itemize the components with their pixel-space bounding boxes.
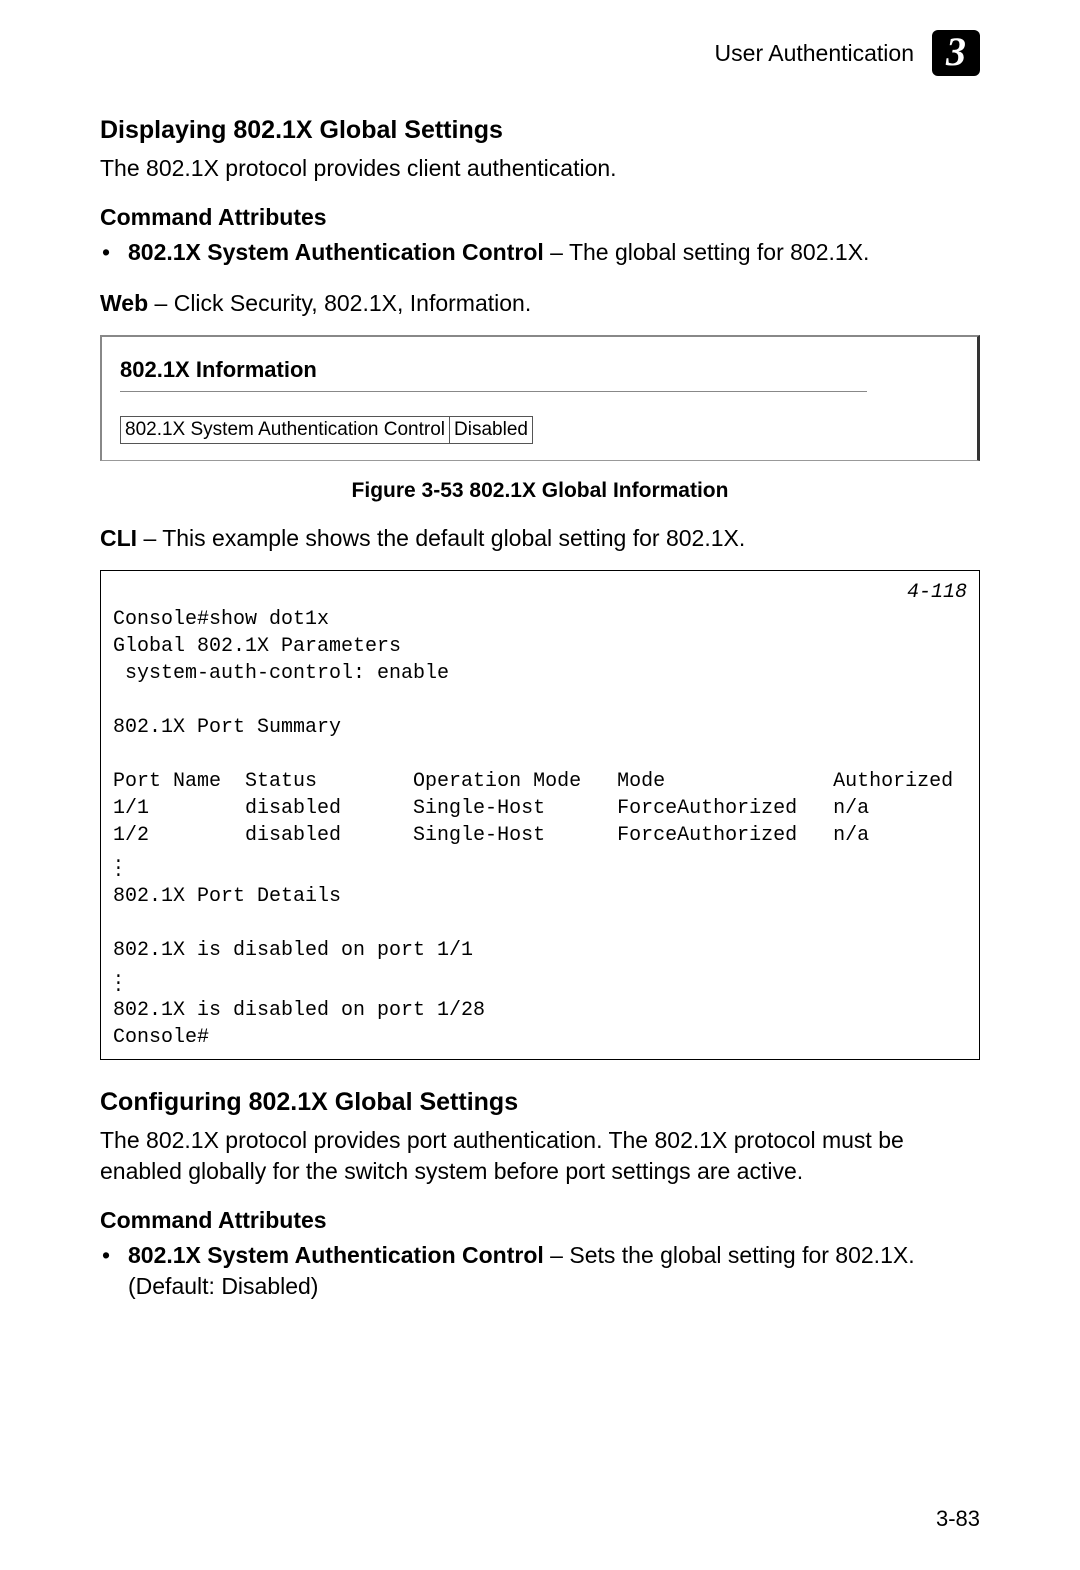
cli-l3: system-auth-control: enable: [113, 662, 449, 685]
bullet-content-1: 802.1X System Authentication Control – T…: [128, 237, 980, 268]
web-rest: – Click Security, 802.1X, Information.: [148, 290, 531, 316]
cli-l1: Console#show dot1x: [113, 608, 329, 631]
bullet-content-2: 802.1X System Authentication Control – S…: [128, 1240, 980, 1302]
cli-output-box: 4-118 Console#show dot1x Global 802.1X Pa…: [100, 570, 980, 1060]
vertical-dots-icon: ...: [113, 855, 967, 877]
chapter-badge: 3: [932, 30, 980, 76]
cli-l12: 802.1X is disabled on port 1/1: [113, 939, 473, 962]
panel-title: 802.1X Information: [120, 357, 959, 383]
table-label-cell: 802.1X System Authentication Control: [121, 417, 450, 444]
cli-l2: Global 802.1X Parameters: [113, 635, 401, 658]
table-value-cell: Disabled: [450, 417, 533, 444]
cli-l10: 802.1X Port Details: [113, 885, 341, 908]
bullet-rest-1: – The global setting for 802.1X.: [544, 239, 870, 265]
vertical-dots-icon: ...: [113, 970, 967, 992]
cli-l14: Console#: [113, 1026, 209, 1049]
cli-l5: 802.1X Port Summary: [113, 716, 341, 739]
bullet-dot-icon: •: [102, 237, 128, 268]
bullet-bold-1: 802.1X System Authentication Control: [128, 239, 544, 265]
web-nav-line: Web – Click Security, 802.1X, Informatio…: [100, 290, 980, 317]
web-bold: Web: [100, 290, 148, 316]
bullet-item-2: • 802.1X System Authentication Control –…: [102, 1240, 980, 1302]
page-number: 3-83: [936, 1506, 980, 1532]
section-heading-displaying: Displaying 802.1X Global Settings: [100, 116, 980, 145]
section1-intro: The 802.1X protocol provides client auth…: [100, 153, 980, 184]
command-attributes-label-1: Command Attributes: [100, 204, 980, 231]
page-header: User Authentication 3: [100, 30, 980, 76]
cli-l7: Port Name Status Operation Mode Mode Aut…: [113, 770, 953, 793]
section-heading-configuring: Configuring 802.1X Global Settings: [100, 1088, 980, 1117]
header-title: User Authentication: [715, 40, 914, 67]
cli-intro-line: CLI – This example shows the default glo…: [100, 525, 980, 552]
bullet-bold-2: 802.1X System Authentication Control: [128, 1242, 544, 1268]
section2-intro: The 802.1X protocol provides port authen…: [100, 1125, 980, 1187]
cli-page-ref: 4-118: [907, 579, 967, 606]
table-row: 802.1X System Authentication Control Dis…: [121, 417, 533, 444]
cli-rest: – This example shows the default global …: [137, 525, 745, 551]
cli-bold: CLI: [100, 525, 137, 551]
cli-l13: 802.1X is disabled on port 1/28: [113, 999, 485, 1022]
figure-caption: Figure 3-53 802.1X Global Information: [100, 479, 980, 503]
panel-divider: [120, 391, 867, 392]
info-table: 802.1X System Authentication Control Dis…: [120, 416, 533, 444]
bullet-dot-icon: •: [102, 1240, 128, 1302]
cli-l9: 1/2 disabled Single-Host ForceAuthorized…: [113, 824, 869, 847]
web-screenshot-panel: 802.1X Information 802.1X System Authent…: [100, 335, 980, 461]
cli-l8: 1/1 disabled Single-Host ForceAuthorized…: [113, 797, 869, 820]
command-attributes-label-2: Command Attributes: [100, 1207, 980, 1234]
bullet-item-1: • 802.1X System Authentication Control –…: [102, 237, 980, 268]
